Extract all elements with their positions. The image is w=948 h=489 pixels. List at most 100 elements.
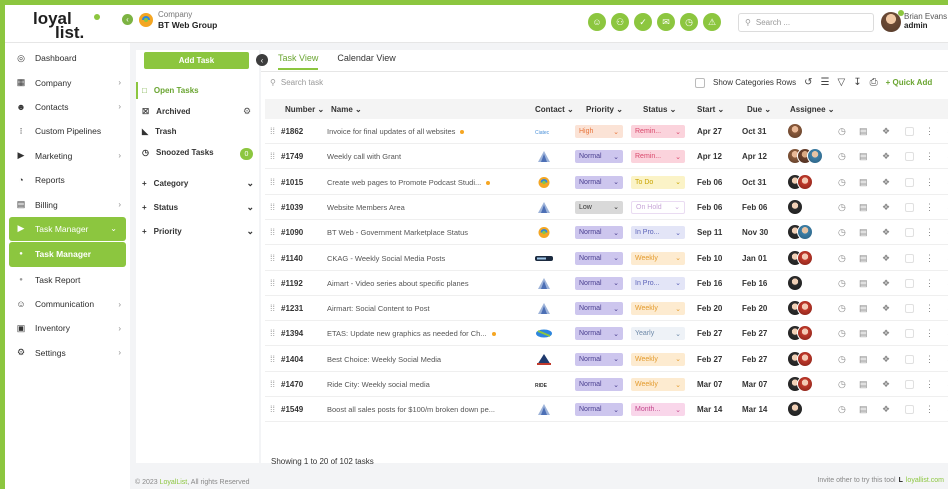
more-options-icon[interactable]: ⋮ [925, 126, 934, 137]
priority-select[interactable]: Low ⌄ [575, 200, 623, 214]
col-priority[interactable]: Priority ⌄ [586, 105, 623, 114]
snooze-icon[interactable]: ◷ [838, 126, 846, 137]
assignee-avatar[interactable] [787, 401, 803, 418]
pin-icon[interactable]: ❖ [882, 202, 890, 213]
drag-handle-icon[interactable]: ⁞⁞ [270, 253, 275, 263]
add-task-button[interactable]: Add Task [144, 52, 249, 69]
sidebar-item-reports[interactable]: ◔ Reports [5, 168, 130, 192]
print-icon[interactable]: ⎙ [870, 77, 878, 88]
snooze-icon[interactable]: ◷ [838, 303, 846, 314]
quick-add-button[interactable]: + Quick Add [886, 78, 933, 87]
row-checkbox[interactable] [905, 278, 914, 288]
filter-group-priority[interactable]: + Priority ⌄ [142, 226, 254, 237]
filter-open-tasks[interactable]: □ Open Tasks [142, 86, 199, 95]
tab-task-view[interactable]: Task View [278, 53, 319, 70]
filter-group-category[interactable]: + Category ⌄ [142, 178, 254, 189]
comment-icon[interactable]: ▤ [859, 379, 868, 390]
filter-icon[interactable]: ▽ [838, 77, 846, 88]
filter-group-status[interactable]: + Status ⌄ [142, 202, 254, 213]
task-name[interactable]: Weekly call with Grant [327, 152, 401, 161]
snooze-icon[interactable]: ◷ [838, 227, 846, 238]
row-checkbox[interactable] [905, 380, 914, 389]
status-select[interactable]: Weekly ⌄ [631, 302, 685, 316]
sidebar-item-marketing[interactable]: ▶ Marketing › [5, 144, 130, 168]
table-row[interactable]: ⁞⁞ #1015 Create web pages to Promote Pod… [265, 170, 948, 195]
more-options-icon[interactable]: ⋮ [925, 227, 934, 238]
pin-icon[interactable]: ❖ [882, 278, 890, 289]
pin-icon[interactable]: ❖ [882, 328, 890, 339]
contact-logo[interactable] [533, 252, 555, 265]
sidebar-item-contacts[interactable]: ☻ Contacts › [5, 95, 130, 119]
col-due[interactable]: Due ⌄ [747, 105, 771, 114]
task-name[interactable]: BT Web - Government Marketplace Status [327, 228, 468, 237]
drag-handle-icon[interactable]: ⁞⁞ [270, 227, 275, 237]
show-categories-checkbox[interactable] [695, 77, 705, 88]
task-name[interactable]: Create web pages to Promote Podcast Stud… [327, 178, 491, 187]
pin-icon[interactable]: ❖ [882, 151, 890, 162]
snooze-icon[interactable]: ◷ [838, 379, 846, 390]
pin-icon[interactable]: ❖ [882, 126, 890, 137]
task-name[interactable]: Airmart: Social Content to Post [327, 304, 430, 313]
snooze-icon[interactable]: ◷ [838, 253, 846, 264]
assignee-avatar[interactable] [787, 274, 803, 291]
pin-icon[interactable]: ❖ [882, 404, 890, 415]
sidebar-subitem-task-manager[interactable]: ● Task Manager [9, 242, 126, 267]
more-options-icon[interactable]: ⋮ [925, 253, 934, 264]
col-start[interactable]: Start ⌄ [697, 105, 724, 114]
status-select[interactable]: Weekly ⌄ [631, 378, 685, 391]
task-number[interactable]: #1039 [281, 203, 303, 212]
drag-handle-icon[interactable]: ⁞⁞ [270, 404, 275, 414]
pin-icon[interactable]: ❖ [882, 177, 890, 188]
drag-handle-icon[interactable]: ⁞⁞ [270, 151, 275, 161]
status-select[interactable]: Weekly ⌄ [631, 352, 685, 366]
task-name[interactable]: Invoice for final updates of all website… [327, 127, 465, 136]
status-select[interactable]: Remin... ⌄ [631, 125, 685, 138]
table-row[interactable]: ⁞⁞ #1039 Website Members Area Low ⌄ On Ho… [265, 195, 948, 220]
assignee-avatar[interactable] [797, 300, 813, 317]
contact-logo[interactable] [533, 302, 555, 315]
table-row[interactable]: ⁞⁞ #1862 Invoice for final updates of al… [265, 119, 948, 144]
task-name[interactable]: Best Choice: Weekly Social Media [327, 355, 441, 364]
pin-icon[interactable]: ❖ [882, 354, 890, 365]
task-name[interactable]: CKAG - Weekly Social Media Posts [327, 254, 445, 263]
col-contact[interactable]: Contact ⌄ [535, 105, 574, 114]
task-number[interactable]: #1231 [281, 304, 303, 313]
priority-select[interactable]: Normal ⌄ [575, 327, 623, 341]
comment-icon[interactable]: ▤ [859, 253, 868, 264]
status-select[interactable]: On Hold ⌄ [631, 200, 685, 214]
alert-icon[interactable]: ⚠ [703, 13, 721, 31]
assignee-avatar[interactable] [797, 376, 813, 392]
snooze-icon[interactable]: ◷ [838, 278, 846, 289]
filter-snoozed[interactable]: ◷ Snoozed Tasks [142, 148, 214, 157]
row-checkbox[interactable] [905, 253, 914, 263]
row-checkbox[interactable] [905, 354, 914, 364]
pin-icon[interactable]: ❖ [882, 253, 890, 264]
row-checkbox[interactable] [905, 329, 914, 339]
user-name[interactable]: Brian Evans [904, 12, 947, 21]
user-icon[interactable]: ☺ [588, 13, 606, 31]
comment-icon[interactable]: ▤ [859, 278, 868, 289]
col-number[interactable]: Number ⌄ [285, 105, 324, 114]
sidebar-item-inventory[interactable]: ▣ Inventory › [5, 316, 130, 340]
more-options-icon[interactable]: ⋮ [925, 404, 934, 415]
more-options-icon[interactable]: ⋮ [925, 177, 934, 188]
assignee-avatar[interactable] [797, 224, 813, 241]
assignee-avatar[interactable] [797, 173, 813, 190]
priority-select[interactable]: Normal ⌄ [575, 276, 623, 290]
table-row[interactable]: ⁞⁞ #1404 Best Choice: Weekly Social Medi… [265, 347, 948, 372]
sidebar-item-custom-pipelines[interactable]: ⁝ Custom Pipelines [5, 119, 130, 143]
status-select[interactable]: Yearly ⌄ [631, 327, 685, 341]
col-status[interactable]: Status ⌄ [643, 105, 676, 114]
more-options-icon[interactable]: ⋮ [925, 278, 934, 289]
table-row[interactable]: ⁞⁞ #1470 Ride City: Weekly social media … [265, 372, 948, 397]
contact-logo[interactable] [533, 150, 555, 163]
task-number[interactable]: #1090 [281, 228, 303, 237]
task-name[interactable]: Boost all sales posts for $100/m broken … [327, 405, 495, 414]
col-assignee[interactable]: Assignee ⌄ [790, 105, 835, 114]
priority-select[interactable]: Normal ⌄ [575, 302, 623, 316]
comment-icon[interactable]: ▤ [859, 303, 868, 314]
filter-trash[interactable]: ◣ Trash [142, 127, 177, 136]
table-row[interactable]: ⁞⁞ #1394 ETAS: Update new graphics as ne… [265, 321, 948, 347]
more-options-icon[interactable]: ⋮ [925, 303, 934, 314]
contact-logo[interactable] [533, 277, 555, 290]
